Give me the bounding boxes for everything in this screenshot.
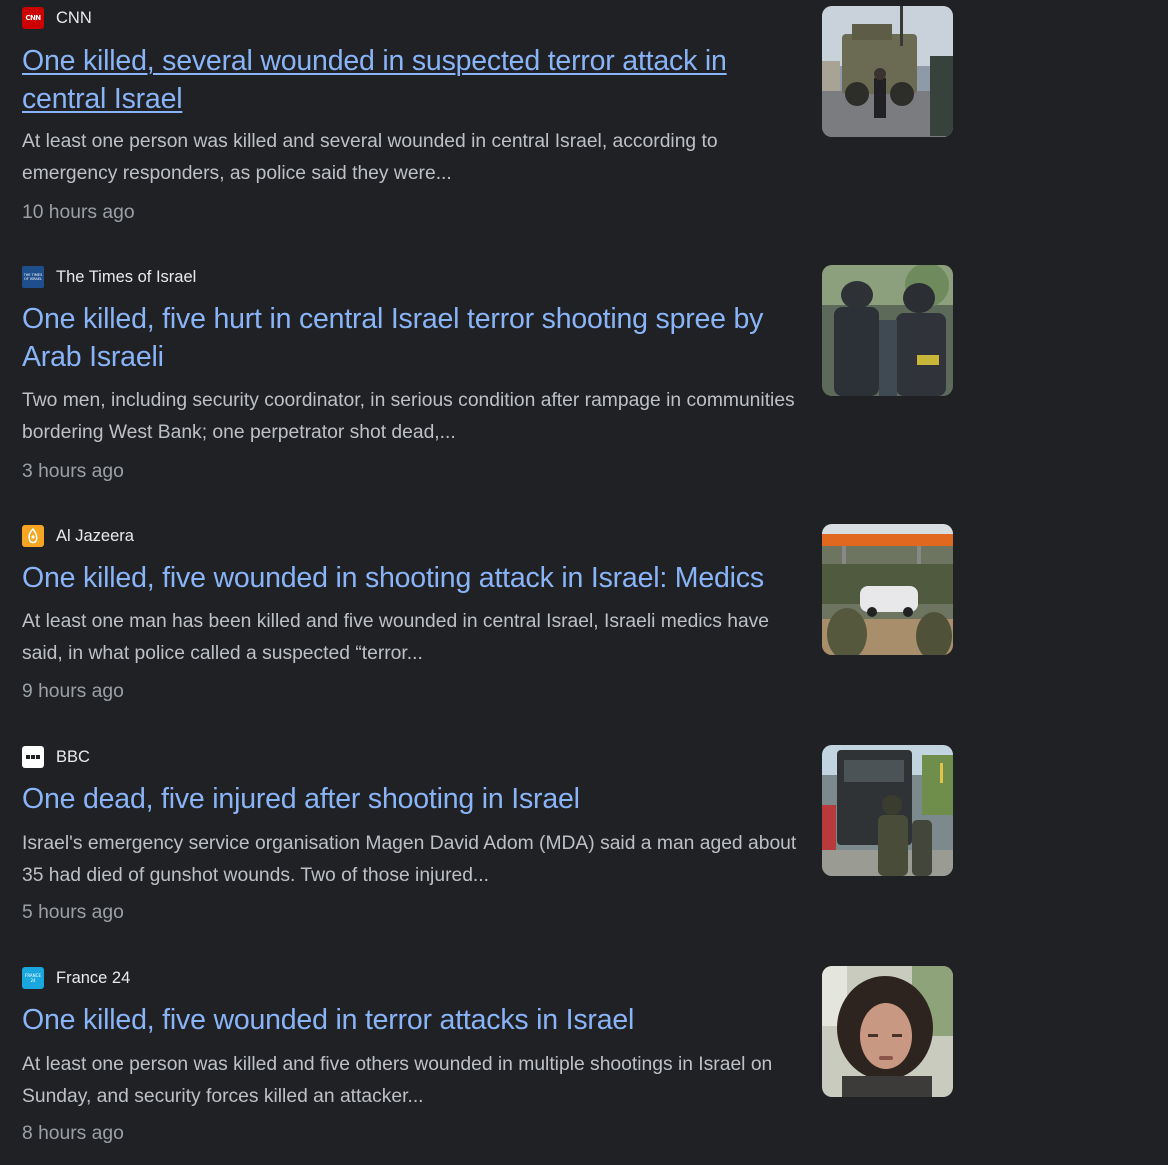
news-result-france-24[interactable]: FRANCE 24 France 24 One killed, five wou… (22, 966, 962, 1165)
reporter-portrait-photo-icon (822, 966, 953, 1097)
gas-station-soldiers-photo-icon (822, 524, 953, 655)
news-result-cnn[interactable]: CNN CNN One killed, several wounded in s… (22, 6, 962, 228)
article-timestamp: 3 hours ago (22, 461, 124, 482)
article-thumbnail[interactable] (822, 6, 953, 137)
article-snippet: At least one man has been killed and fiv… (22, 611, 770, 664)
article-thumbnail[interactable] (822, 265, 953, 396)
article-timestamp: 9 hours ago (22, 681, 124, 702)
cnn-logo-icon: CNN (22, 7, 44, 29)
article-snippet: Israel's emergency service organisation … (22, 833, 797, 886)
police-officers-photo-icon (822, 265, 953, 396)
france-24-logo-icon: FRANCE 24 (22, 967, 44, 989)
article-title-link[interactable]: One killed, five hurt in central Israel … (22, 300, 802, 376)
armored-vehicle-photo-icon (822, 6, 953, 137)
article-thumbnail[interactable] (822, 966, 953, 1097)
news-result-times-of-israel[interactable]: THE TIMES OF ISRAEL The Times of Israel … (22, 265, 962, 487)
source-name[interactable]: CNN (56, 9, 92, 28)
article-title-link[interactable]: One killed, five wounded in terror attac… (22, 1001, 802, 1039)
source-row[interactable]: CNN CNN (22, 6, 92, 30)
article-thumbnail[interactable] (822, 745, 953, 876)
soldiers-armored-truck-photo-icon (822, 745, 953, 876)
times-of-israel-logo-icon: THE TIMES OF ISRAEL (22, 266, 44, 288)
article-timestamp: 10 hours ago (22, 202, 135, 223)
source-row[interactable]: FRANCE 24 France 24 (22, 966, 130, 990)
news-result-al-jazeera[interactable]: Al Jazeera One killed, five wounded in s… (22, 524, 962, 746)
article-snippet: At least one person was killed and five … (22, 1054, 773, 1107)
source-name[interactable]: France 24 (56, 969, 130, 988)
article-timestamp: 5 hours ago (22, 902, 124, 923)
source-row[interactable]: BBC (22, 745, 90, 769)
article-title-link[interactable]: One killed, five wounded in shooting att… (22, 559, 802, 597)
source-name[interactable]: The Times of Israel (56, 268, 196, 287)
source-name[interactable]: BBC (56, 748, 90, 767)
article-timestamp: 8 hours ago (22, 1123, 124, 1144)
news-results-list: CNN CNN One killed, several wounded in s… (0, 0, 1168, 1165)
source-row[interactable]: THE TIMES OF ISRAEL The Times of Israel (22, 265, 196, 289)
bbc-logo-icon (22, 746, 44, 768)
al-jazeera-emblem-icon (28, 528, 38, 544)
article-snippet: Two men, including security coordinator,… (22, 390, 795, 443)
article-thumbnail[interactable] (822, 524, 953, 655)
article-title-link[interactable]: One killed, several wounded in suspected… (22, 42, 802, 118)
source-row[interactable]: Al Jazeera (22, 524, 134, 548)
source-name[interactable]: Al Jazeera (56, 527, 134, 546)
article-snippet: At least one person was killed and sever… (22, 131, 718, 184)
al-jazeera-logo-icon (22, 525, 44, 547)
news-result-bbc[interactable]: BBC One dead, five injured after shootin… (22, 745, 962, 967)
article-title-link[interactable]: One dead, five injured after shooting in… (22, 780, 802, 818)
